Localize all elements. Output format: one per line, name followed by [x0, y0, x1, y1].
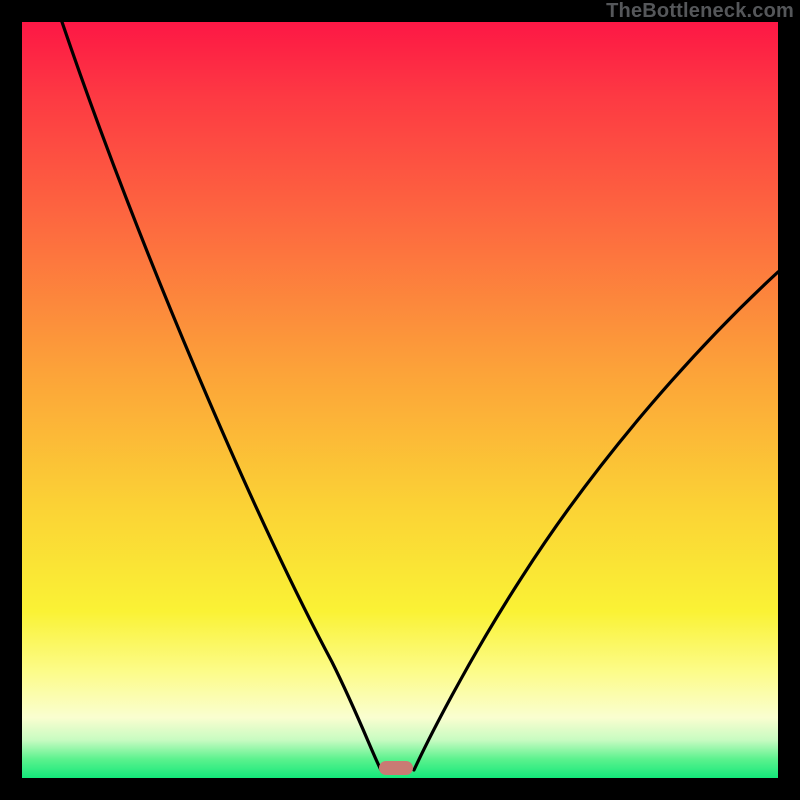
watermark-text: TheBottleneck.com	[606, 0, 794, 23]
bottleneck-curve	[22, 22, 778, 778]
plot-area	[22, 22, 778, 778]
chart-frame: TheBottleneck.com	[0, 0, 800, 800]
optimum-marker	[379, 761, 413, 775]
curve-right-branch	[414, 272, 778, 770]
curve-left-branch	[62, 22, 381, 770]
